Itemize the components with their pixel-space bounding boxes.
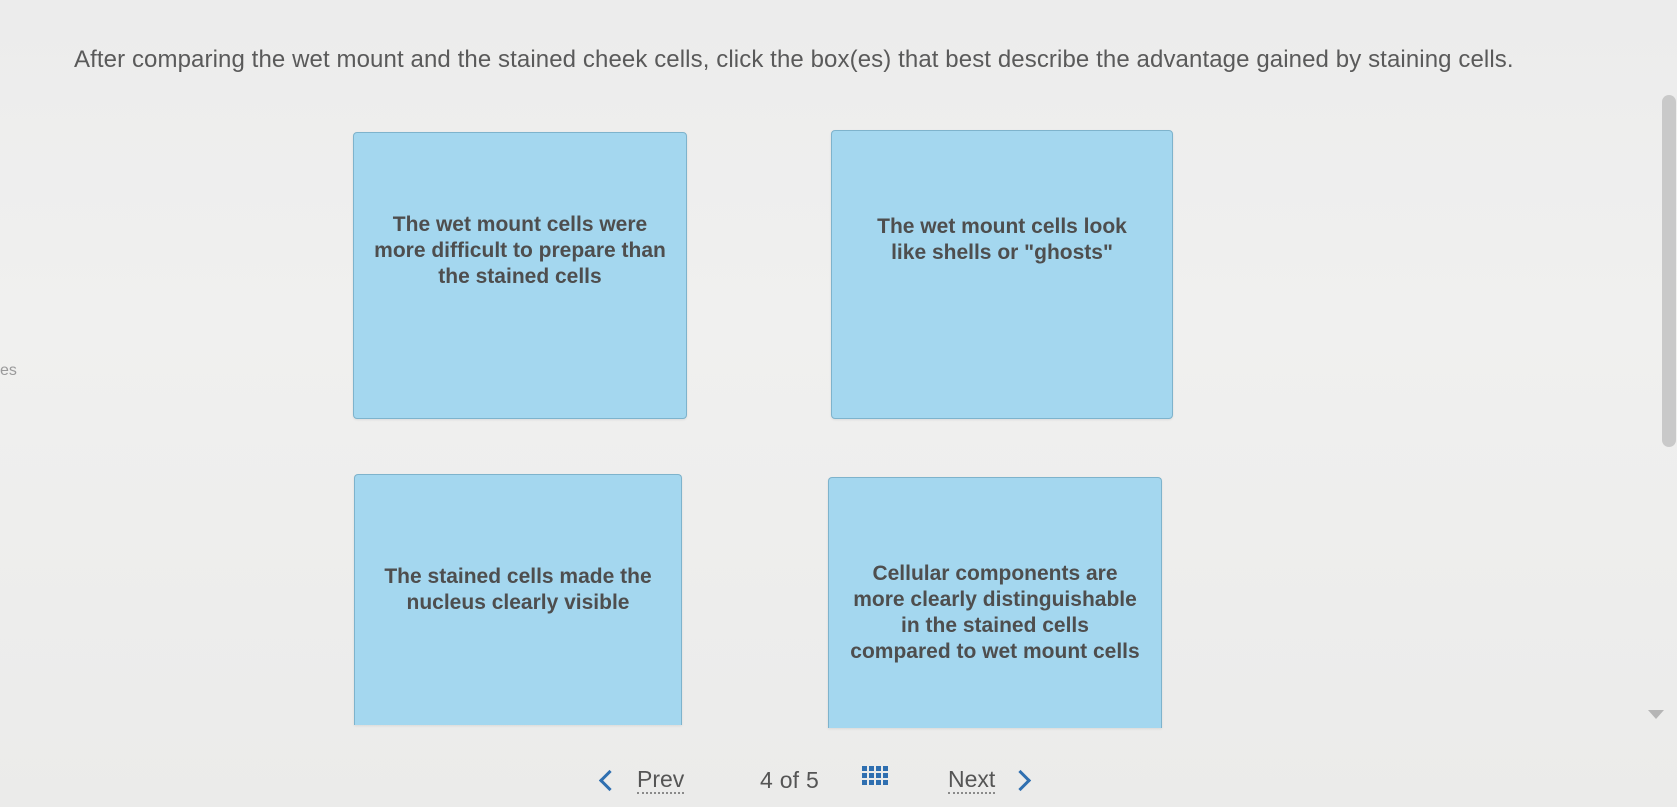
option-box-1[interactable]: The wet mount cells were more difficult …	[353, 132, 687, 419]
prev-label: Prev	[637, 766, 685, 794]
option-label-4: Cellular components are more clearly dis…	[850, 562, 1140, 663]
option-label-1: The wet mount cells were more difficult …	[374, 212, 666, 288]
grid-menu-icon[interactable]	[862, 766, 890, 792]
question-prompt: After comparing the wet mount and the st…	[74, 46, 1514, 73]
current-page: 4	[760, 766, 773, 793]
total-pages: 5	[805, 766, 819, 793]
option-box-2[interactable]: The wet mount cells look like shells or …	[831, 130, 1173, 419]
page-of-label: of	[779, 766, 799, 793]
chevron-right-icon	[1010, 769, 1032, 791]
scrollbar[interactable]	[1662, 95, 1676, 447]
option-box-3[interactable]: The stained cells made the nucleus clear…	[354, 474, 682, 725]
prev-button[interactable]: Prev	[598, 762, 685, 798]
option-box-4[interactable]: Cellular components are more clearly dis…	[828, 477, 1162, 728]
next-label: Next	[948, 766, 996, 794]
option-label-3: The stained cells made the nucleus clear…	[384, 565, 652, 614]
side-text-fragment: es	[0, 362, 17, 379]
page-indicator: 4 of 5	[760, 762, 819, 798]
option-label-2: The wet mount cells look like shells or …	[877, 214, 1127, 264]
next-button[interactable]: Next	[948, 762, 1032, 798]
scroll-down-arrow-icon[interactable]	[1648, 710, 1664, 719]
chevron-left-icon	[598, 769, 621, 791]
